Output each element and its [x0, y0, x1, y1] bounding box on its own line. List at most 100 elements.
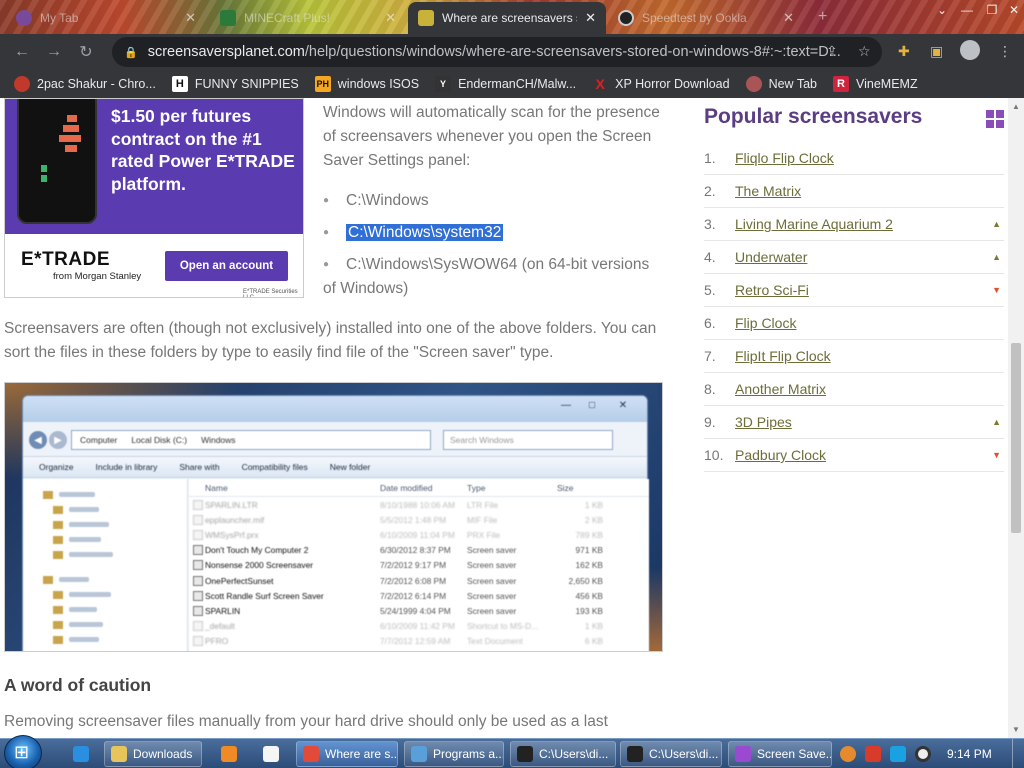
taskbar-item[interactable]: Programs a... — [404, 741, 504, 767]
show-desktop-button[interactable] — [1012, 739, 1024, 768]
bookmark-new-tab[interactable]: New Tab — [745, 76, 817, 92]
taskbar-item[interactable]: C:\Users\di... — [620, 741, 722, 767]
file-icon — [193, 560, 203, 571]
flag-tray-icon[interactable] — [865, 746, 881, 762]
url-domain: screensaversplanet.com — [147, 44, 305, 60]
file-date: 5/5/2012 1:48 PM — [380, 514, 447, 525]
address-bar[interactable]: 🔒 screensaversplanet.com/help/questions/… — [112, 37, 882, 67]
bookmark-windows-isos[interactable]: PH windows ISOS — [314, 76, 419, 92]
bookmark-funny-snippies[interactable]: H FUNNY SNIPPIES — [171, 76, 299, 92]
file-name: Don't Touch My Computer 2 — [205, 545, 309, 556]
taskbar-item[interactable]: Downloads — [104, 741, 202, 767]
7zip-icon — [517, 746, 533, 762]
screensaver-link[interactable]: The Matrix — [735, 183, 801, 199]
plus-icon[interactable]: + — [818, 8, 827, 26]
file-icon — [193, 590, 203, 601]
profile-avatar-icon[interactable] — [960, 40, 980, 60]
tab-where-are-screensavers[interactable]: Where are screensavers stored on Windows… — [408, 2, 606, 34]
folder-path: C:\Windows\SysWOW64 (on 64-bit versions … — [323, 256, 650, 298]
taskbar-item[interactable] — [256, 741, 286, 767]
taskbar-label: Downloads — [133, 747, 193, 761]
close-window-icon[interactable]: ✕ — [1000, 0, 1024, 20]
intro-paragraph: Windows will automatically scan for the … — [323, 104, 660, 169]
tab-search-icon[interactable]: ⌄ — [928, 0, 956, 20]
rank-number: 6. — [704, 315, 716, 331]
bookmark-xp-horror[interactable]: X XP Horror Download — [592, 76, 730, 92]
system-tray — [840, 741, 940, 767]
tab-my-tab[interactable]: My Tab ✕ — [6, 2, 206, 34]
rank-number: 7. — [704, 348, 716, 364]
file-name: epplauncher.mif — [205, 514, 265, 525]
taskbar-clock[interactable]: 9:14 PM — [947, 747, 992, 761]
taskbar-item[interactable]: Screen Save... — [728, 741, 832, 767]
taskbar-item[interactable]: C:\Users\di... — [510, 741, 616, 767]
forward-icon: ▶ — [49, 431, 67, 449]
start-button-icon[interactable] — [4, 735, 42, 768]
url-path: /help/questions/windows/where-are-screen… — [304, 44, 841, 60]
reload-icon[interactable]: ↻ — [70, 36, 102, 68]
minimize-icon[interactable]: — — [953, 0, 981, 20]
scroll-up-icon[interactable]: ▲ — [1012, 102, 1020, 111]
taskbar-item[interactable]: Where are s... — [296, 741, 398, 767]
extensions-puzzle-icon[interactable]: ✚ — [898, 43, 910, 60]
file-row: SPARLIN 5/24/1999 4:04 PM Screen saver 193 … — [189, 603, 649, 618]
screensaver-link[interactable]: Living Marine Aquarium 2 — [735, 216, 893, 232]
forward-arrow-icon[interactable]: → — [38, 36, 70, 68]
bookmarks-bar: 2pac Shakur - Chro... H FUNNY SNIPPIES P… — [0, 70, 1024, 98]
close-tab-icon[interactable]: ✕ — [385, 10, 396, 26]
back-arrow-icon[interactable]: ← — [6, 36, 38, 68]
share-icon[interactable]: ⇪ — [826, 43, 838, 60]
taskbar-label: C:\Users\di... — [649, 747, 719, 761]
screensaver-link[interactable]: Retro Sci-Fi — [735, 282, 809, 298]
file-icon — [193, 545, 203, 556]
file-row: PFRO 7/7/2012 12:59 AM Text Document 6 KB — [189, 634, 649, 649]
explorer-window: — □ ✕ ◀ ▶ Computer Local Disk (C:) Windows … — [22, 395, 649, 651]
tab-title: Speedtest by Ookla — [642, 11, 747, 25]
file-date: 7/2/2012 9:17 PM — [380, 560, 447, 571]
close-tab-icon[interactable]: ✕ — [783, 10, 794, 26]
screensaver-link[interactable]: Underwater — [735, 249, 807, 265]
ad-headline: $1.50 per futures contract on the #1 rat… — [111, 106, 295, 194]
screensaver-link[interactable]: FlipIt Flip Clock — [735, 348, 831, 364]
screensaver-link[interactable]: Padbury Clock — [735, 447, 826, 463]
bookmark-vinememz[interactable]: R VineMEMZ — [833, 76, 918, 92]
screensaver-link[interactable]: Flip Clock — [735, 315, 796, 331]
file-icon — [193, 514, 203, 525]
file-type: LTR File — [467, 499, 499, 510]
explorer-address-row: ◀ ▶ Computer Local Disk (C:) Windows Sear… — [29, 429, 643, 451]
page-scrollbar[interactable]: ▲ ▼ — [1008, 98, 1024, 738]
rank-number: 9. — [704, 414, 716, 430]
maximize-icon: □ — [588, 400, 596, 411]
screensaver-link[interactable]: Fliqlo Flip Clock — [735, 150, 834, 166]
sidepanel-icon[interactable]: ▣ — [930, 43, 943, 60]
etrade-ad[interactable]: $1.50 per futures contract on the #1 rat… — [4, 98, 304, 298]
kebab-menu-icon[interactable]: ⋮ — [998, 43, 1012, 60]
scroll-down-icon[interactable]: ▼ — [1012, 725, 1020, 734]
column-header: Size — [557, 482, 574, 493]
tab-favicon-icon — [618, 10, 634, 26]
bookmark-endermanch[interactable]: Y EndermanCH/Malw... — [435, 76, 576, 92]
screensaver-link[interactable]: 3D Pipes — [735, 414, 792, 430]
display-tray-icon[interactable] — [890, 746, 906, 762]
lock-icon[interactable]: 🔒 — [124, 46, 138, 59]
tab-title: MINECraft Plus! — [244, 11, 331, 25]
taskbar-item[interactable] — [66, 741, 94, 767]
scrollbar-thumb[interactable] — [1011, 343, 1021, 533]
screensaver-link[interactable]: Another Matrix — [735, 381, 826, 397]
popular-screensavers-title: Popular screensavers — [704, 105, 923, 128]
close-tab-icon[interactable]: ✕ — [585, 10, 596, 26]
explorer-icon — [111, 746, 127, 762]
taskbar-item[interactable] — [214, 741, 242, 767]
close-tab-icon[interactable]: ✕ — [185, 10, 196, 26]
file-list-header: Name Date modified Type Size — [189, 479, 649, 497]
bookmark-2pac[interactable]: 2pac Shakur - Chro... — [14, 76, 156, 92]
rank-number: 8. — [704, 381, 716, 397]
speaker-tray-icon[interactable] — [915, 746, 931, 762]
file-icon — [193, 575, 203, 586]
popular-item: 1. Fliqlo Flip Clock — [704, 142, 1004, 175]
search-tray-icon[interactable] — [840, 746, 856, 762]
tab-minecraft[interactable]: MINECraft Plus! ✕ — [210, 2, 406, 34]
tab-speedtest[interactable]: Speedtest by Ookla ✕ — [608, 2, 804, 34]
bookmark-star-icon[interactable]: ☆ — [858, 43, 871, 60]
open-account-button[interactable]: Open an account — [165, 251, 288, 281]
